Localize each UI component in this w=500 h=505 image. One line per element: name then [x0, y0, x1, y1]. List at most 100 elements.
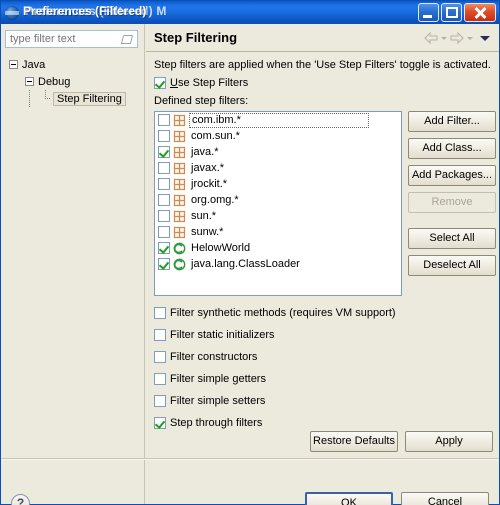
footer-separator	[1, 458, 499, 460]
filter-synthetic-methods-checkbox[interactable]: Filter synthetic methods (requires VM su…	[154, 305, 396, 321]
package-icon	[173, 210, 186, 223]
tree-item-debug[interactable]: Debug	[1, 73, 145, 90]
list-item[interactable]: com.sun.*	[155, 128, 401, 144]
list-item-label: jrockit.*	[191, 177, 228, 190]
package-icon	[173, 146, 186, 159]
list-item[interactable]: java.lang.ClassLoader	[155, 256, 401, 272]
filter-constructors-checkbox[interactable]: Filter constructors	[154, 349, 396, 365]
filter-text-box[interactable]	[5, 30, 138, 48]
option-label: Step through filters	[170, 417, 263, 429]
select-all-button[interactable]: Select All	[408, 228, 496, 249]
filter-action-buttons: Add Filter... Add Class... Add Packages.…	[408, 111, 496, 282]
add-filter-button[interactable]: Add Filter...	[408, 111, 496, 132]
apply-button[interactable]: Apply	[405, 431, 493, 452]
checkbox-box[interactable]	[158, 114, 170, 126]
preferences-sidebar: Java Debug Step Filtering	[1, 24, 145, 504]
arrow-left-icon[interactable]	[424, 31, 438, 44]
list-item[interactable]: HelowWorld	[155, 240, 401, 256]
tree-item-label: Debug	[38, 75, 71, 88]
tree-item-java[interactable]: Java	[1, 56, 145, 73]
step-through-filters-checkbox[interactable]: Step through filters	[154, 415, 396, 431]
option-label: Filter constructors	[170, 351, 258, 363]
eraser-icon[interactable]	[120, 33, 132, 45]
option-label: Filter synthetic methods (requires VM su…	[170, 307, 396, 319]
list-item-label: org.omg.*	[191, 193, 239, 206]
package-icon	[173, 226, 186, 239]
checkbox-box[interactable]	[158, 194, 170, 206]
list-item-label: java.lang.ClassLoader	[191, 257, 300, 270]
ok-button[interactable]: OK	[305, 492, 393, 505]
btn-label: Restore Defaults	[313, 435, 395, 447]
checkbox-box[interactable]	[158, 226, 170, 238]
checkbox-box[interactable]	[154, 395, 166, 407]
list-item[interactable]: com.ibm.*	[155, 112, 401, 128]
page-nav-icons	[424, 31, 491, 44]
close-button[interactable]	[464, 3, 496, 22]
filter-simple-setters-checkbox[interactable]: Filter simple setters	[154, 393, 396, 409]
window-controls	[418, 3, 496, 22]
list-item-label: HelowWorld	[191, 241, 251, 254]
cancel-button[interactable]: Cancel	[401, 492, 489, 505]
use-step-filters-checkbox[interactable]: Use Step Filters	[154, 75, 248, 91]
list-item[interactable]: sun.*	[155, 208, 401, 224]
use-step-filters-label: Use Step Filters	[170, 77, 249, 89]
list-item-label: sunw.*	[191, 225, 224, 238]
dialog-action-buttons: OK Cancel	[305, 492, 489, 505]
preferences-page: Step Filtering Step filters are applied …	[146, 24, 499, 504]
collapse-icon[interactable]	[25, 77, 34, 86]
arrow-right-icon[interactable]	[450, 31, 464, 44]
checkbox-box[interactable]	[154, 77, 166, 89]
package-icon	[173, 194, 186, 207]
list-item-label: com.ibm.*	[189, 112, 369, 128]
package-icon	[173, 178, 186, 191]
page-content: Step filters are applied when the 'Use S…	[146, 53, 499, 504]
checkbox-box[interactable]	[154, 329, 166, 341]
page-header: Step Filtering	[146, 24, 499, 52]
dialog-body: Java Debug Step Filtering Step	[1, 24, 499, 505]
minimize-button[interactable]	[418, 3, 439, 22]
checkbox-box[interactable]	[158, 146, 170, 158]
chevron-down-icon[interactable]	[440, 33, 448, 43]
checkbox-box[interactable]	[158, 162, 170, 174]
checkbox-box[interactable]	[154, 373, 166, 385]
btn-label: Select All	[429, 232, 475, 244]
filter-static-initializers-checkbox[interactable]: Filter static initializers	[154, 327, 396, 343]
option-label: Filter simple getters	[170, 373, 266, 385]
checkbox-box[interactable]	[158, 210, 170, 222]
checkbox-box[interactable]	[154, 351, 166, 363]
tree-item-step-filtering[interactable]: Step Filtering	[1, 90, 145, 107]
list-item[interactable]: javax.*	[155, 160, 401, 176]
package-icon	[173, 114, 186, 127]
list-item[interactable]: java.*	[155, 144, 401, 160]
add-class-button[interactable]: Add Class...	[408, 138, 496, 159]
checkbox-box[interactable]	[158, 178, 170, 190]
list-item[interactable]: jrockit.*	[155, 176, 401, 192]
option-label: Filter static initializers	[170, 329, 275, 341]
globe-icon	[4, 5, 20, 21]
checkbox-box[interactable]	[158, 258, 170, 270]
checkbox-box[interactable]	[154, 307, 166, 319]
checkbox-box[interactable]	[154, 417, 166, 429]
chevron-down-dark-icon[interactable]	[479, 32, 491, 44]
btn-label: OK	[341, 497, 357, 505]
list-item-label: com.sun.*	[191, 129, 240, 142]
checkbox-box[interactable]	[158, 130, 170, 142]
deselect-all-button[interactable]: Deselect All	[408, 255, 496, 276]
checkbox-box[interactable]	[158, 242, 170, 254]
preferences-tree: Java Debug Step Filtering	[1, 56, 145, 107]
restore-defaults-button[interactable]: Restore Defaults	[310, 431, 398, 452]
filter-simple-getters-checkbox[interactable]: Filter simple getters	[154, 371, 396, 387]
search-input[interactable]	[10, 33, 118, 45]
collapse-icon[interactable]	[9, 60, 18, 69]
list-item[interactable]: sunw.*	[155, 224, 401, 240]
btn-label: Apply	[435, 435, 463, 447]
btn-label: Add Packages...	[411, 169, 493, 181]
step-filters-list[interactable]: com.ibm.* com.sun.* java.* javax.* jrock…	[154, 111, 402, 296]
maximize-button[interactable]	[441, 3, 462, 22]
add-packages-button[interactable]: Add Packages...	[408, 165, 496, 186]
list-item-label: java.*	[191, 145, 219, 158]
list-item[interactable]: org.omg.*	[155, 192, 401, 208]
tree-leaf-icon	[41, 90, 50, 103]
package-icon	[173, 130, 186, 143]
chevron-down-icon[interactable]	[466, 33, 474, 43]
